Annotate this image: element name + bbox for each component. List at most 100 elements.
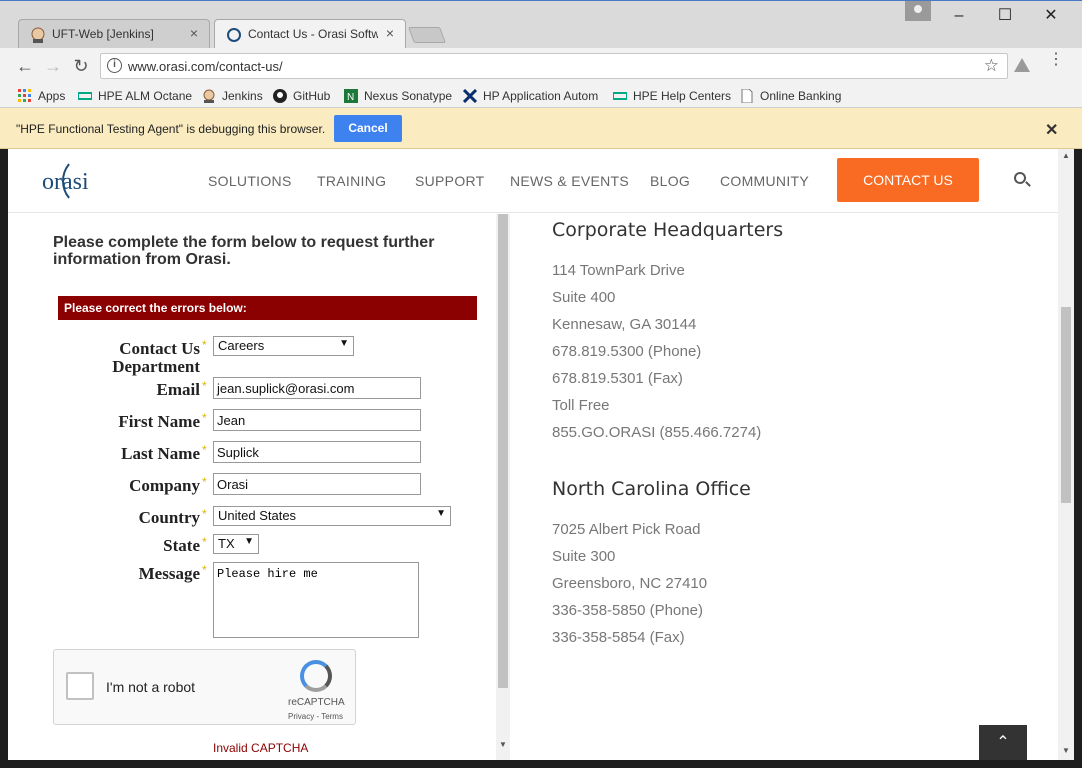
required-asterisk: * <box>202 379 207 393</box>
department-value: Careers <box>218 338 265 353</box>
bookmark-label: Apps <box>38 89 66 103</box>
browser-menu-icon[interactable]: ⋮ <box>1048 52 1064 68</box>
first-name-field[interactable]: Jean <box>213 409 421 431</box>
bookmark-hpe-alm-octane[interactable]: HPE ALM Octane <box>77 87 192 105</box>
bookmark-nexus-sonatype[interactable]: N Nexus Sonatype <box>344 87 452 105</box>
nav-training[interactable]: TRAINING <box>317 173 386 189</box>
hpe-icon <box>612 89 628 103</box>
office-title: North Carolina Office <box>552 478 751 500</box>
captcha-error: Invalid CAPTCHA <box>213 741 309 755</box>
address-line: Kennesaw, GA 30144 <box>552 316 697 333</box>
reload-button[interactable]: ↻ <box>68 54 94 78</box>
orasi-favicon-icon <box>226 27 242 43</box>
country-value: United States <box>218 508 297 523</box>
country-label: Country <box>138 508 200 527</box>
required-asterisk: * <box>202 338 207 352</box>
maximize-button[interactable]: ☐ <box>982 5 1028 27</box>
phone-line: 336-358-5850 (Phone) <box>552 602 703 619</box>
nav-solutions[interactable]: SOLUTIONS <box>208 173 292 189</box>
nav-community[interactable]: COMMUNITY <box>720 173 809 189</box>
department-label: Contact Us Department <box>112 339 200 376</box>
drive-extension-icon[interactable] <box>1014 58 1030 72</box>
form-scrollbar[interactable]: ▼ <box>496 214 510 760</box>
infobar-close-icon[interactable]: ✕ <box>1045 120 1058 140</box>
last-name-field[interactable]: Suplick <box>213 441 421 463</box>
bookmark-apps[interactable]: Apps <box>18 87 65 105</box>
svg-text:N: N <box>347 92 354 103</box>
tab-close-icon[interactable]: × <box>186 25 202 41</box>
office-north-carolina: North Carolina Office 7025 Albert Pick R… <box>552 478 751 651</box>
required-asterisk: * <box>202 535 207 549</box>
country-select[interactable]: United States ▼ <box>213 506 451 526</box>
captcha-checkbox[interactable] <box>66 672 94 700</box>
contact-us-button[interactable]: CONTACT US <box>837 158 979 202</box>
bookmark-label: GitHub <box>293 89 331 103</box>
site-info-icon[interactable]: i <box>107 58 122 73</box>
recaptcha-brand: reCAPTCHA <box>288 697 345 708</box>
first-name-label: First Name <box>118 412 200 431</box>
bookmark-hpe-help-centers[interactable]: HPE Help Centers <box>612 87 731 105</box>
nav-blog[interactable]: BLOG <box>650 173 690 189</box>
scroll-up-arrow-icon[interactable]: ▲ <box>1062 151 1070 160</box>
back-to-top-button[interactable]: ⌃ <box>979 725 1027 760</box>
phone-line: 855.GO.ORASI (855.466.7274) <box>552 424 762 441</box>
required-asterisk: * <box>202 411 207 425</box>
dropdown-arrow-icon: ▼ <box>436 508 446 519</box>
department-select[interactable]: Careers ▼ <box>213 336 354 356</box>
nav-support[interactable]: SUPPORT <box>415 173 485 189</box>
bookmark-github[interactable]: GitHub <box>273 87 330 105</box>
profile-avatar-icon[interactable] <box>905 1 931 21</box>
nav-news-events[interactable]: NEWS & EVENTS <box>510 173 629 189</box>
bookmark-star-icon[interactable]: ☆ <box>984 56 999 76</box>
bookmark-label: Online Banking <box>760 89 842 103</box>
dropdown-arrow-icon: ▼ <box>339 338 349 349</box>
state-label: State <box>163 536 200 555</box>
url-text[interactable]: www.orasi.com/contact-us/ <box>128 59 283 74</box>
bookmark-hp-application-autom[interactable]: HP Application Autom <box>463 87 601 105</box>
close-window-button[interactable]: ✕ <box>1028 5 1074 27</box>
scroll-down-arrow-icon[interactable]: ▼ <box>1062 746 1070 755</box>
hp-tools-icon <box>463 88 478 104</box>
back-button[interactable]: ← <box>12 54 38 78</box>
message-textarea[interactable]: Please hire me <box>213 562 419 638</box>
form-scrollbar-thumb[interactable] <box>498 214 508 688</box>
tab-contact-us-orasi[interactable]: Contact Us - Orasi Softw × <box>214 19 406 49</box>
required-asterisk: * <box>202 507 207 521</box>
address-line: Greensboro, NC 27410 <box>552 575 708 592</box>
state-select[interactable]: TX ▼ <box>213 534 259 554</box>
company-field[interactable]: Orasi <box>213 473 421 495</box>
recaptcha-logo-icon <box>300 660 332 692</box>
bookmark-label: Nexus Sonatype <box>364 89 453 103</box>
browser-titlebar: UFT-Web [Jenkins] × Contact Us - Orasi S… <box>0 0 1082 49</box>
captcha-label: I'm not a robot <box>106 679 196 695</box>
cancel-debugging-button[interactable]: Cancel <box>334 115 402 142</box>
page-scrollbar-thumb[interactable] <box>1061 307 1071 503</box>
jenkins-icon <box>202 89 216 103</box>
logo-text: orasi <box>42 169 89 195</box>
orasi-logo[interactable]: orasi <box>40 157 100 205</box>
address-line: Suite 300 <box>552 548 616 565</box>
tab-uft-web-jenkins[interactable]: UFT-Web [Jenkins] × <box>18 19 210 49</box>
page-scrollbar[interactable]: ▲ ▼ <box>1058 149 1074 760</box>
required-asterisk: * <box>202 443 207 457</box>
new-tab-button[interactable] <box>408 27 446 43</box>
address-bar[interactable]: i www.orasi.com/contact-us/ ☆ <box>100 53 1008 79</box>
phone-line: 678.819.5300 (Phone) <box>552 343 702 360</box>
recaptcha-widget: I'm not a robot reCAPTCHA Privacy - Term… <box>53 649 356 725</box>
minimize-button[interactable]: – <box>936 5 982 27</box>
recaptcha-terms-link[interactable]: Privacy - Terms <box>288 712 343 721</box>
infobar-message: "HPE Functional Testing Agent" is debugg… <box>16 122 326 136</box>
dropdown-arrow-icon: ▼ <box>244 536 254 547</box>
address-line: 114 TownPark Drive <box>552 262 685 279</box>
search-icon[interactable] <box>1014 172 1026 184</box>
bookmark-label: HP Application Autom <box>483 89 599 103</box>
forward-button[interactable]: → <box>40 54 66 78</box>
scroll-down-arrow-icon[interactable]: ▼ <box>499 740 507 749</box>
bookmarks-bar: Apps HPE ALM Octane Jenkins GitHub N Nex… <box>0 84 1082 108</box>
email-field[interactable]: jean.suplick@orasi.com <box>213 377 421 399</box>
site-header: orasi SOLUTIONS TRAINING SUPPORT NEWS & … <box>8 149 1058 213</box>
tab-close-icon[interactable]: × <box>382 25 398 41</box>
bookmark-online-banking[interactable]: Online Banking <box>740 87 841 105</box>
fax-line: 336-358-5854 (Fax) <box>552 629 685 646</box>
bookmark-jenkins[interactable]: Jenkins <box>202 87 263 105</box>
